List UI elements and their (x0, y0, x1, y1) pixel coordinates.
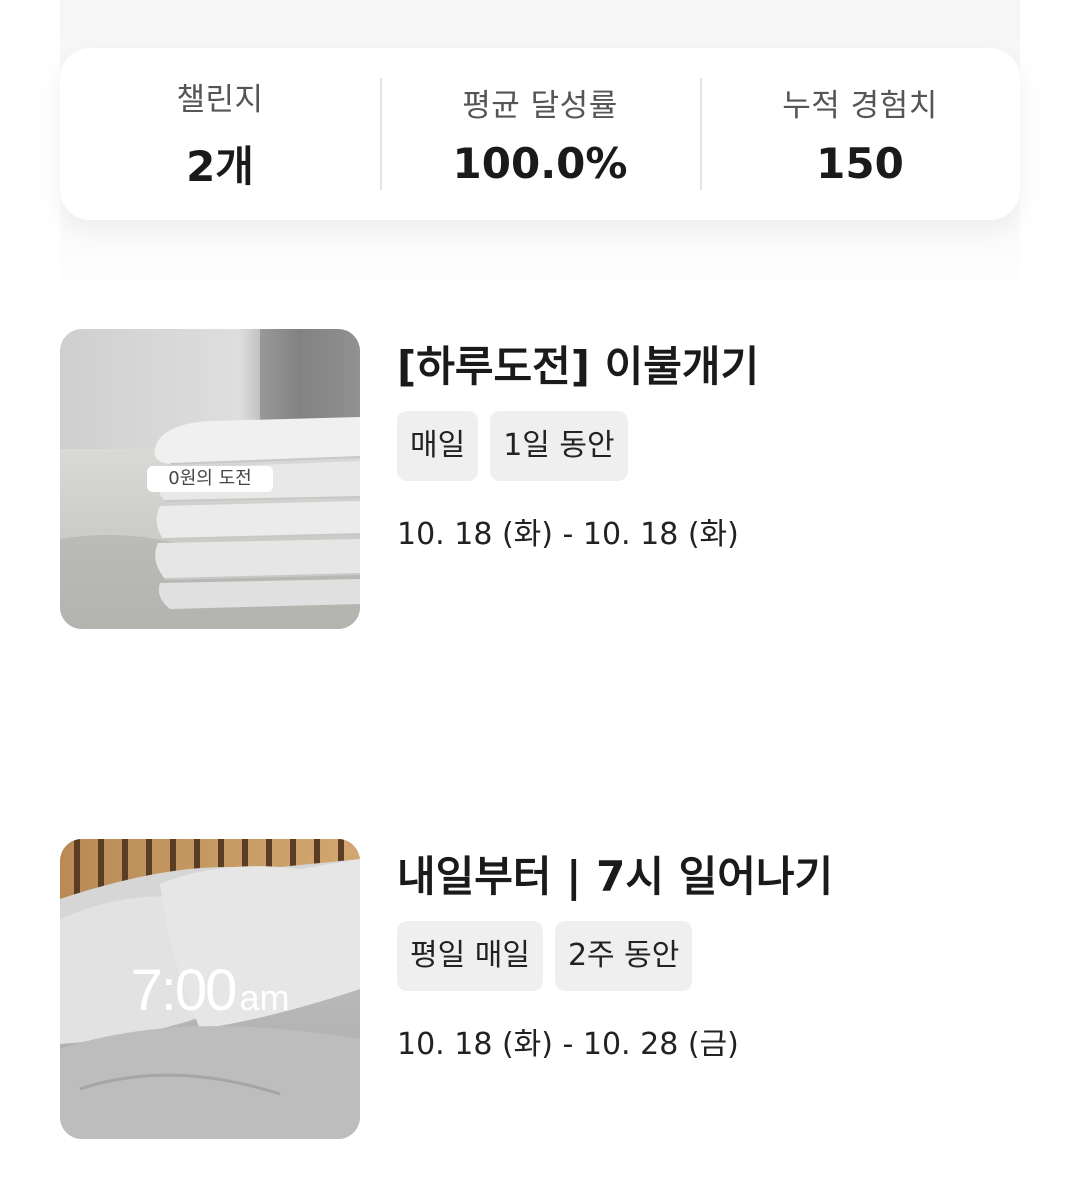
duration-tag: 2주 동안 (554, 921, 693, 991)
challenge-tags: 평일 매일 2주 동안 (397, 921, 1020, 991)
challenge-title[interactable]: [하루도전] 이불개기 (397, 337, 1020, 397)
challenge-tags: 매일 1일 동안 (397, 411, 1020, 481)
stat-value: 2개 (186, 142, 254, 191)
frequency-tag: 평일 매일 (397, 921, 543, 991)
stat-label: 평균 달성률 (462, 88, 618, 124)
stat-label: 누적 경험치 (782, 88, 938, 124)
duration-tag: 1일 동안 (490, 411, 628, 481)
frequency-tag: 매일 (397, 411, 479, 481)
alarm-time-overlay: 7:00 am (60, 957, 360, 1024)
overlay-time: 7:00 (130, 958, 238, 1023)
price-badge: 0원의 도전 (147, 466, 273, 492)
stats-summary-card: 챌린지 2개 평균 달성률 100.0% 누적 경험치 150 (60, 48, 1020, 220)
challenge-date-range: 10. 18 (화) - 10. 18 (화) (397, 517, 739, 552)
stat-label: 챌린지 (176, 82, 264, 118)
stat-average-rate: 평균 달성률 100.0% (380, 48, 700, 220)
challenge-thumbnail[interactable]: 0원의 도전 (60, 329, 360, 629)
stat-challenges: 챌린지 2개 (60, 48, 380, 220)
challenge-thumbnail[interactable]: 7:00 am (60, 839, 360, 1139)
stat-value: 100.0% (452, 139, 628, 188)
stat-value: 150 (816, 139, 904, 188)
challenge-title[interactable]: 내일부터 | 7시 일어나기 (397, 847, 1020, 907)
challenge-item-wake-up[interactable]: 7:00 am 내일부터 | 7시 일어나기 평일 매일 2주 동안 10. 18… (60, 839, 1020, 1139)
challenge-info: 내일부터 | 7시 일어나기 평일 매일 2주 동안 10. 18 (화) - … (397, 839, 1020, 1063)
stat-experience: 누적 경험치 150 (700, 48, 1020, 220)
challenge-info: [하루도전] 이불개기 매일 1일 동안 10. 18 (화) - 10. 18… (397, 329, 1020, 553)
challenge-date-range: 10. 18 (화) - 10. 28 (금) (397, 1027, 739, 1062)
challenge-item-make-bed[interactable]: 0원의 도전 [하루도전] 이불개기 매일 1일 동안 10. 18 (화) -… (60, 329, 1020, 629)
overlay-time-suffix: am (239, 977, 290, 1018)
